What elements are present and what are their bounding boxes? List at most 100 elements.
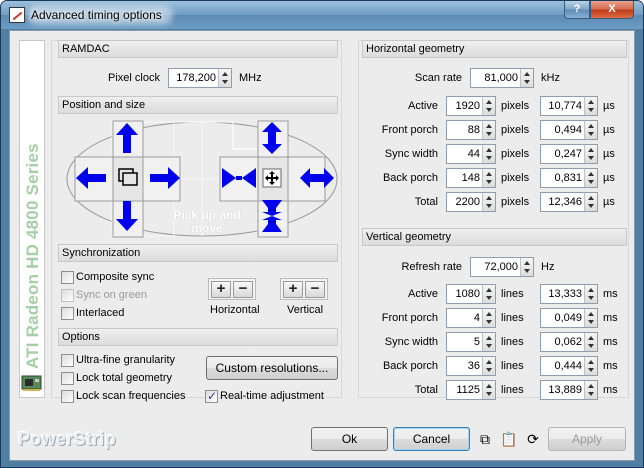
expand-horizontal-icon[interactable]	[300, 167, 334, 189]
lock-scan-checkbox[interactable]	[61, 390, 74, 403]
vgeom-row-input[interactable]: 36	[446, 356, 496, 376]
vgeom-row-input[interactable]: 5	[446, 332, 496, 352]
vgeom-row-input[interactable]: 1125	[446, 380, 496, 400]
vgeom-row-value: 1080	[455, 288, 480, 300]
title-bar[interactable]: Advanced timing options ? X	[1, 1, 643, 29]
lock-total-label: Lock total geometry	[76, 372, 172, 384]
vgeom-row-time-spinner[interactable]	[584, 333, 597, 351]
hgeom-row-spinner[interactable]	[482, 97, 495, 115]
hgeom-row-time-input[interactable]: 0,831	[540, 168, 598, 188]
hgeom-row-time-input[interactable]: 10,774	[540, 96, 598, 116]
pixel-clock-spinner[interactable]	[218, 69, 231, 87]
horizontal-polarity-pair: + −	[208, 278, 256, 300]
hgeom-row-spinner[interactable]	[482, 145, 495, 163]
vgeom-row-spinner[interactable]	[482, 381, 495, 399]
refresh-rate-input[interactable]: 72,000	[470, 257, 534, 277]
lock-scan-label: Lock scan frequencies	[76, 390, 186, 402]
pixel-clock-input[interactable]: 178,200	[168, 68, 232, 88]
cancel-button[interactable]: Cancel	[393, 427, 470, 451]
sync-on-green-label: Sync on green	[76, 289, 147, 301]
vgeom-row-time-input[interactable]: 0,062	[540, 332, 598, 352]
close-button[interactable]: X	[590, 1, 634, 19]
vgeom-row-value: 4	[473, 312, 480, 324]
horizontal-plus-button[interactable]: +	[211, 281, 231, 298]
hgeom-row-input[interactable]: 88	[446, 120, 496, 140]
paste-icon[interactable]: 📋	[500, 430, 518, 448]
vgeom-row-label: Back porch	[382, 360, 438, 372]
hgeom-row-input[interactable]: 2200	[446, 192, 496, 212]
realtime-adjustment-checkbox[interactable]	[205, 389, 218, 403]
expand-vertical-icon[interactable]	[261, 122, 283, 154]
shrink-vertical-icon[interactable]	[261, 200, 283, 232]
vgeom-row-value: 1125	[456, 384, 480, 396]
vgeom-row-input[interactable]: 1080	[446, 284, 496, 304]
hgeom-row-time-spinner[interactable]	[584, 97, 597, 115]
refresh-icon[interactable]: ⟳	[524, 430, 542, 448]
move-down-arrow-icon[interactable]	[116, 201, 138, 231]
vgeom-row-spinner[interactable]	[482, 285, 495, 303]
vgeom-row-time-unit: ms	[603, 384, 618, 396]
scan-rate-label: Scan rate	[414, 72, 462, 84]
hgeom-row-time-spinner[interactable]	[584, 121, 597, 139]
ok-button[interactable]: Ok	[311, 427, 388, 451]
hgeom-row-spinner[interactable]	[482, 169, 495, 187]
hgeom-row-input[interactable]: 44	[446, 144, 496, 164]
hgeom-row-input[interactable]: 148	[446, 168, 496, 188]
vgeom-row-unit: lines	[501, 360, 524, 372]
sync-on-green-checkbox[interactable]	[61, 289, 74, 302]
vgeom-row-time-spinner[interactable]	[584, 285, 597, 303]
lock-total-checkbox[interactable]	[61, 372, 74, 385]
vgeom-row-time-input[interactable]: 0,444	[540, 356, 598, 376]
copy-icon[interactable]: ⧉	[476, 430, 494, 448]
hgeom-row-unit: pixels	[501, 124, 530, 136]
horizontal-label: Horizontal	[210, 304, 260, 316]
vgeom-row-time-input[interactable]: 13,333	[540, 284, 598, 304]
vgeom-row-time-spinner[interactable]	[584, 381, 597, 399]
ramdac-header: RAMDAC	[58, 40, 338, 58]
vgeom-row-time: 13,889	[548, 384, 582, 396]
refresh-rate-spinner[interactable]	[520, 258, 533, 276]
vertical-minus-button[interactable]: −	[305, 281, 325, 298]
vgeom-row-spinner[interactable]	[482, 357, 495, 375]
shrink-horizontal-icon[interactable]	[222, 167, 256, 189]
hgeom-row-time-spinner[interactable]	[584, 169, 597, 187]
scan-rate-input[interactable]: 81,000	[470, 68, 534, 88]
hgeom-row-time-unit: µs	[603, 196, 615, 208]
hgeom-row-input[interactable]: 1920	[446, 96, 496, 116]
vgeom-row-spinner[interactable]	[482, 309, 495, 327]
vgeom-row-time-spinner[interactable]	[584, 309, 597, 327]
custom-resolutions-button[interactable]: Custom resolutions...	[206, 356, 338, 380]
ultra-fine-checkbox[interactable]	[61, 354, 74, 367]
help-button[interactable]: ?	[564, 1, 590, 19]
vertical-plus-button[interactable]: +	[283, 281, 303, 298]
sync-header: Synchronization	[58, 244, 338, 262]
hgeom-row-spinner[interactable]	[482, 193, 495, 211]
vgeom-row-time-spinner[interactable]	[584, 357, 597, 375]
hgeom-row-time-unit: µs	[603, 148, 615, 160]
apply-button[interactable]: Apply	[548, 427, 626, 451]
move-left-arrow-icon[interactable]	[76, 167, 106, 189]
hgeom-row-unit: pixels	[501, 196, 530, 208]
hgeom-row-spinner[interactable]	[482, 121, 495, 139]
horizontal-minus-button[interactable]: −	[233, 281, 253, 298]
vgeom-row-time-input[interactable]: 13,889	[540, 380, 598, 400]
move-up-arrow-icon[interactable]	[116, 123, 138, 153]
hgeom-row-time-input[interactable]: 0,247	[540, 144, 598, 164]
refresh-rate-label: Refresh rate	[401, 261, 462, 273]
vgeom-row-spinner[interactable]	[482, 333, 495, 351]
move-right-arrow-icon[interactable]	[150, 167, 180, 189]
hgeom-row-time-input[interactable]: 12,346	[540, 192, 598, 212]
move-all-icon[interactable]	[262, 168, 282, 188]
refresh-rate-value: 72,000	[484, 261, 518, 273]
vgeom-row-time-input[interactable]: 0,049	[540, 308, 598, 328]
scan-rate-spinner[interactable]	[520, 69, 533, 87]
composite-sync-checkbox[interactable]	[61, 271, 74, 284]
hgeom-row-time-spinner[interactable]	[584, 193, 597, 211]
hgeom-row-time-spinner[interactable]	[584, 145, 597, 163]
interlaced-checkbox[interactable]	[61, 307, 74, 320]
vgeom-row-time: 0,062	[554, 336, 582, 348]
hgeom-row-time: 10,774	[548, 100, 582, 112]
vgeom-row-label: Sync width	[384, 336, 438, 348]
hgeom-row-time-input[interactable]: 0,494	[540, 120, 598, 140]
vgeom-row-input[interactable]: 4	[446, 308, 496, 328]
